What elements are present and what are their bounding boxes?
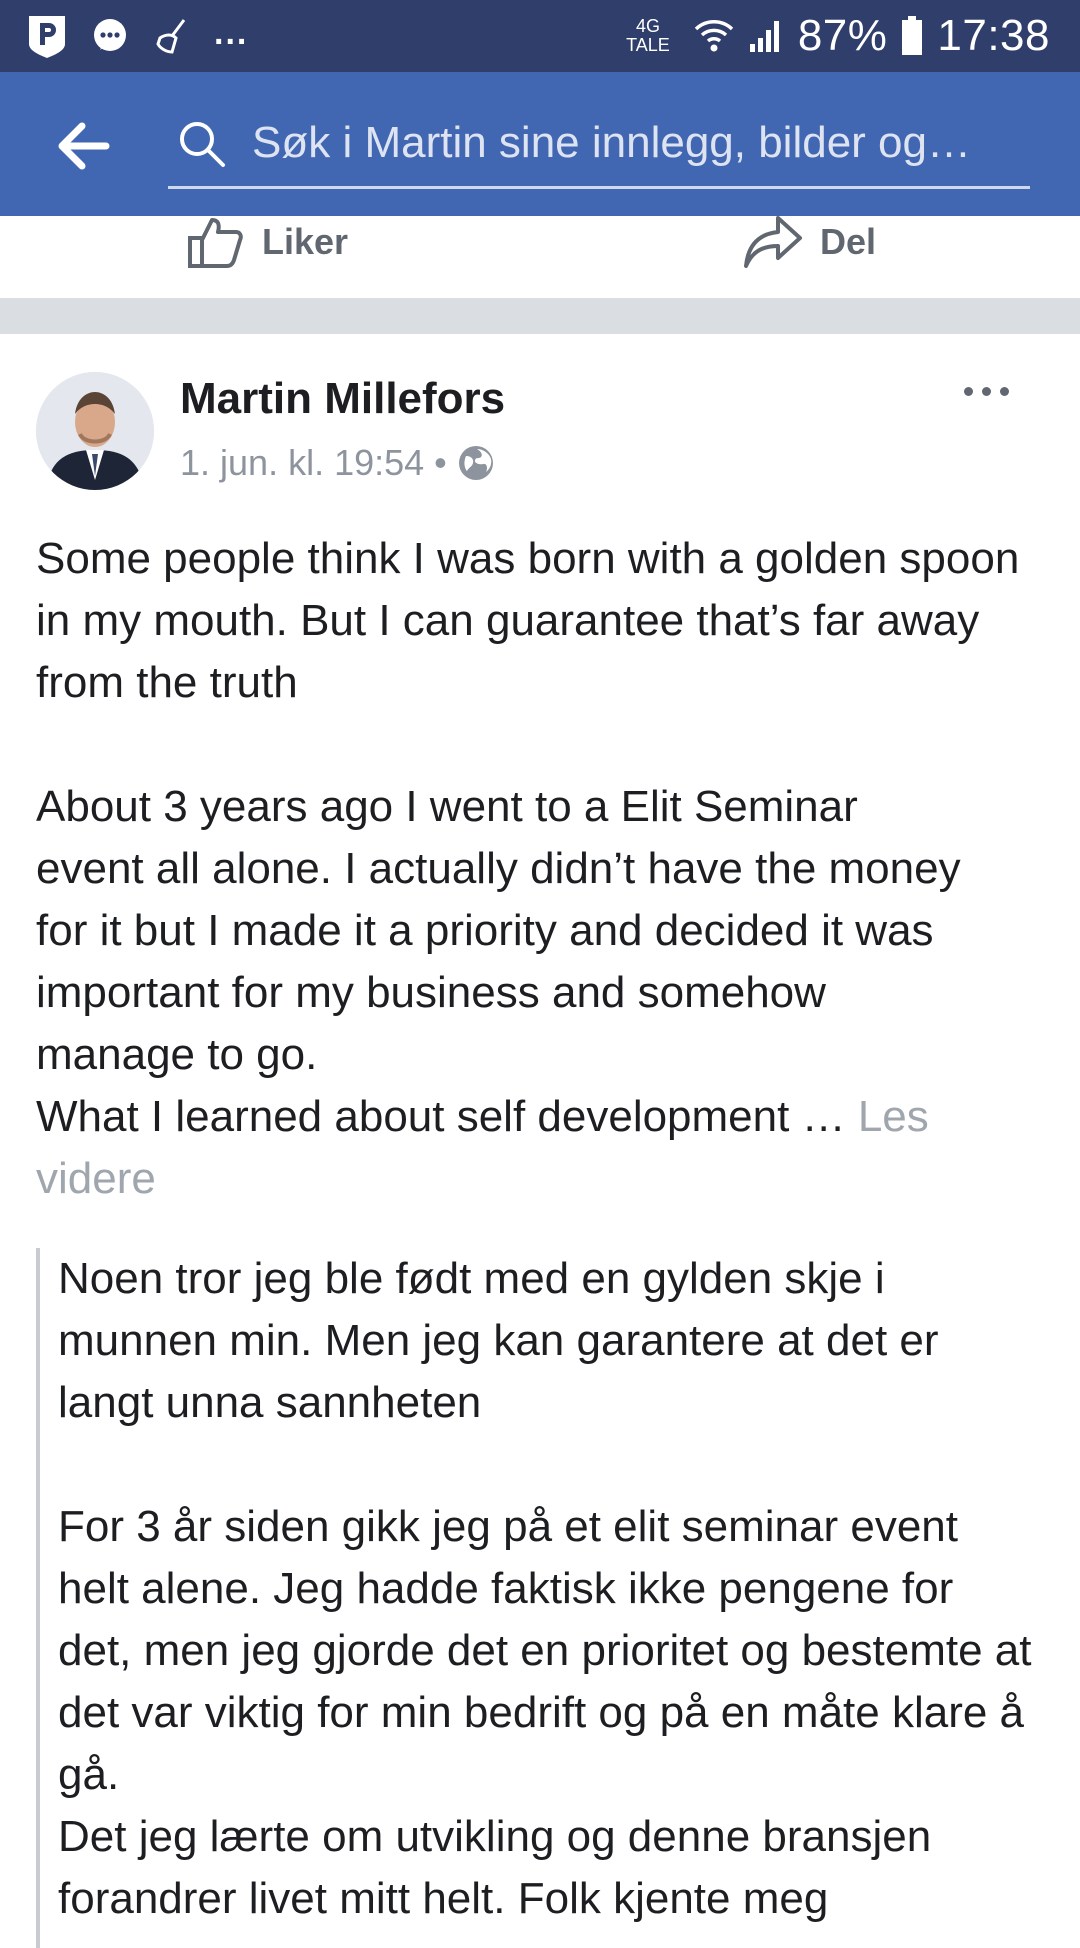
post-meta: 1. jun. kl. 19:54 •: [180, 442, 495, 484]
post-paragraph-2-line: About 3 years ago I went to a Elit Semin…: [36, 782, 858, 831]
signal-icon: [749, 21, 779, 52]
post-author[interactable]: Martin Millefors: [180, 374, 505, 424]
network-type: 4G TALE: [626, 17, 670, 55]
translation-block: Noen tror jeg ble født med en gylden skj…: [36, 1248, 1046, 1948]
back-arrow-icon[interactable]: [52, 116, 112, 176]
feed-divider: [0, 298, 1080, 334]
avatar[interactable]: [36, 372, 154, 490]
post-paragraph-2-line: for it but I made it a priority and deci…: [36, 906, 934, 955]
network-type-bottom: TALE: [626, 35, 670, 55]
translation-paragraph-2: For 3 år siden gikk jeg på et elit semin…: [58, 1502, 1032, 1799]
messenger-icon: [94, 19, 126, 51]
search-header: [0, 72, 1080, 216]
more-dot: [964, 386, 973, 396]
post-timestamp[interactable]: 1. jun. kl. 19:54: [180, 442, 424, 484]
like-button[interactable]: Liker: [186, 212, 348, 272]
cleaner-broom-icon: [156, 19, 186, 54]
post-paragraph-2-line: manage to go.: [36, 1030, 318, 1079]
post-paragraph-3: What I learned about self development … …: [36, 1086, 1026, 1210]
globe-icon: [458, 446, 493, 480]
share-arrow-icon: [744, 216, 802, 268]
more-dot: [982, 386, 991, 396]
translation-paragraph-3: Det jeg lærte om utvikling og denne bran…: [58, 1812, 932, 1923]
system-icons: 4G TALE 87% 17:38: [626, 0, 1050, 72]
thumbs-up-icon: [188, 218, 243, 268]
like-label: Liker: [262, 221, 349, 262]
meta-separator: •: [434, 442, 447, 483]
status-bar: ... 4G TALE 87% 17:38: [0, 0, 1080, 72]
notification-icons: ...: [26, 12, 248, 60]
previous-post-actions: Liker Del: [0, 216, 1080, 298]
network-type-top: 4G: [635, 16, 660, 36]
battery-icon: [902, 16, 923, 55]
post-paragraph-1: Some people think I was born with a gold…: [36, 534, 1020, 707]
translation-paragraph-1: Noen tror jeg ble født med en gylden skj…: [58, 1254, 939, 1427]
share-button[interactable]: Del: [742, 212, 876, 272]
post-options-button[interactable]: [964, 376, 1024, 406]
profile-photo: [36, 372, 154, 490]
post-paragraph-2-line: event all alone. I actually didn’t have …: [36, 844, 961, 893]
more-notifications-indicator: ...: [214, 13, 249, 52]
share-label: Del: [820, 221, 877, 262]
parking-app-icon: [29, 16, 65, 58]
search-icon: [180, 122, 225, 167]
wifi-icon: [694, 20, 734, 52]
clock: 17:38: [937, 11, 1050, 60]
post-paragraph-3-text: What I learned about self development …: [36, 1092, 858, 1141]
search-field[interactable]: [168, 102, 1030, 189]
post-card: Martin Millefors 1. jun. kl. 19:54 • Som…: [0, 334, 1080, 1948]
search-input[interactable]: [252, 108, 1022, 178]
post-text: Some people think I was born with a gold…: [36, 528, 1056, 1210]
battery-percentage: 87%: [797, 11, 888, 60]
more-dot: [1000, 386, 1009, 396]
post-paragraph-2-line: important for my business and somehow: [36, 968, 826, 1017]
